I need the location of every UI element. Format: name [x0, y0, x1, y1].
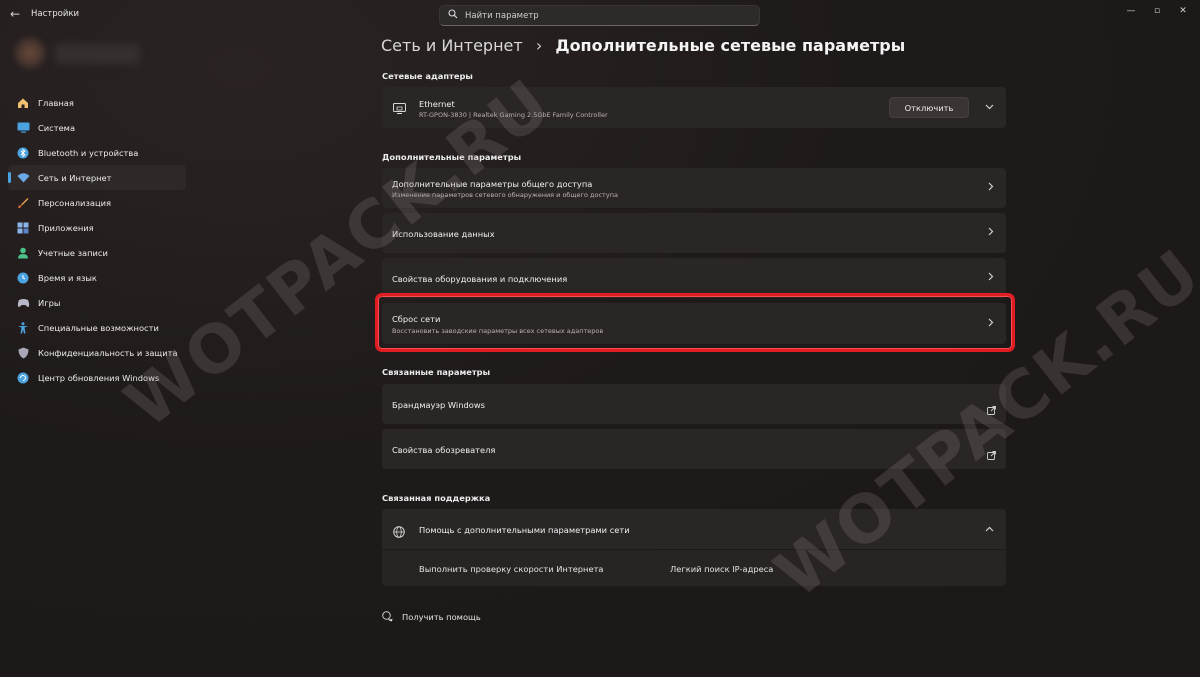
sidebar-item-label: Специальные возможности [38, 322, 159, 333]
sidebar-item-windows-update[interactable]: Центр обновления Windows [8, 365, 186, 390]
sidebar-item-personalization[interactable]: Персонализация [8, 190, 186, 215]
sidebar-item-label: Игры [38, 297, 61, 308]
minimize-icon: — [1126, 6, 1136, 16]
arrow-left-icon: ← [9, 7, 21, 21]
open-external-icon [987, 445, 996, 460]
row-title: Свойства оборудования и подключения [392, 274, 568, 284]
get-help-label: Получить помощь [402, 611, 481, 622]
data-usage-row[interactable]: Использование данных [382, 213, 1006, 253]
section-title-adapters: Сетевые адаптеры [382, 71, 473, 81]
sidebar-item-label: Учетные записи [38, 247, 108, 258]
chevron-down-icon[interactable] [985, 100, 994, 113]
apps-icon [16, 221, 30, 235]
row-title: Использование данных [392, 229, 495, 239]
maximize-icon: ▫ [1153, 6, 1161, 16]
support-links-panel: Выполнить проверку скорости Интернета Ле… [382, 550, 1006, 586]
speed-test-link[interactable]: Выполнить проверку скорости Интернета [419, 564, 604, 574]
adapter-card-ethernet[interactable]: Ethernet RT-GPON-3830 | Realtek Gaming 2… [382, 87, 1006, 128]
search-box[interactable] [439, 5, 760, 26]
sidebar-item-network[interactable]: Сеть и Интернет [8, 165, 186, 190]
gamepad-icon [16, 296, 30, 310]
sidebar-item-label: Система [38, 122, 76, 133]
sidebar-item-accessibility[interactable]: Специальные возможности [8, 315, 186, 340]
ip-lookup-link[interactable]: Легкий поиск IP-адреса [670, 564, 773, 574]
row-title: Дополнительные параметры общего доступа [392, 179, 593, 189]
support-header: Помощь с дополнительными параметрами сет… [419, 525, 630, 535]
chevron-up-icon[interactable] [985, 522, 994, 535]
globe-clock-icon [16, 271, 30, 285]
bluetooth-icon [16, 146, 30, 160]
page-title: Дополнительные сетевые параметры [555, 36, 906, 55]
adapter-details: RT-GPON-3830 | Realtek Gaming 2.5GbE Fam… [419, 111, 608, 119]
windows-firewall-row[interactable]: Брандмауэр Windows [382, 384, 1006, 424]
sidebar-item-label: Персонализация [38, 197, 111, 208]
profile-name-blurred [55, 44, 140, 64]
breadcrumb-parent-link[interactable]: Сеть и Интернет [381, 36, 523, 55]
chevron-right-icon [988, 226, 994, 239]
section-title-related: Связанные параметры [382, 367, 491, 377]
search-icon [448, 9, 458, 22]
settings-window: ← Настройки — ▫ ✕ Главная [0, 0, 1200, 677]
chevron-right-icon [988, 181, 994, 194]
highlight-frame [375, 293, 1015, 352]
update-icon [16, 371, 30, 385]
sidebar-item-home[interactable]: Главная [8, 90, 186, 115]
sidebar-item-label: Главная [38, 97, 74, 108]
shield-icon [16, 346, 30, 360]
sidebar-item-label: Конфиденциальность и защита [38, 347, 178, 358]
chevron-right-icon [988, 271, 994, 284]
adapter-name: Ethernet [419, 99, 455, 109]
sidebar-item-label: Приложения [38, 222, 94, 233]
sidebar-item-system[interactable]: Система [8, 115, 186, 140]
sidebar-item-accounts[interactable]: Учетные записи [8, 240, 186, 265]
row-title: Свойства обозревателя [392, 445, 496, 455]
person-icon [16, 246, 30, 260]
accessibility-icon [16, 321, 30, 335]
monitor-icon [16, 121, 30, 135]
row-title: Брандмауэр Windows [392, 400, 485, 410]
sidebar-item-label: Центр обновления Windows [38, 372, 160, 383]
get-help-link[interactable]: Получить помощь [382, 607, 481, 626]
ethernet-icon [393, 100, 406, 119]
breadcrumb: Сеть и Интернет › Дополнительные сетевые… [381, 36, 905, 55]
help-chat-icon [382, 607, 393, 626]
sidebar-item-bluetooth[interactable]: Bluetooth и устройства [8, 140, 186, 165]
row-subtitle: Изменение параметров сетевого обнаружени… [392, 191, 618, 199]
close-icon: ✕ [1179, 6, 1187, 16]
disconnect-button[interactable]: Отключить [889, 97, 969, 118]
section-title-support: Связанная поддержка [382, 493, 491, 503]
sidebar-item-time-language[interactable]: Время и язык [8, 265, 186, 290]
sidebar-item-gaming[interactable]: Игры [8, 290, 186, 315]
internet-options-row[interactable]: Свойства обозревателя [382, 429, 1006, 469]
globe-icon [393, 523, 405, 542]
sidebar: Главная Система Bluetooth и устройства С… [8, 90, 186, 390]
sidebar-item-label: Bluetooth и устройства [38, 147, 139, 158]
minimize-button[interactable]: — [1118, 3, 1144, 19]
section-title-advanced: Дополнительные параметры [382, 152, 522, 162]
hardware-properties-row[interactable]: Свойства оборудования и подключения [382, 258, 1006, 298]
maximize-button[interactable]: ▫ [1144, 3, 1170, 19]
app-title: Настройки [31, 9, 80, 19]
search-input[interactable] [465, 6, 745, 25]
home-icon [16, 96, 30, 110]
back-button[interactable]: ← [6, 5, 24, 23]
sidebar-item-privacy[interactable]: Конфиденциальность и защита [8, 340, 186, 365]
breadcrumb-separator: › [535, 36, 543, 55]
support-expander[interactable]: Помощь с дополнительными параметрами сет… [382, 509, 1006, 549]
brush-icon [16, 196, 30, 210]
open-external-icon [987, 400, 996, 415]
avatar[interactable] [14, 37, 46, 69]
sidebar-item-apps[interactable]: Приложения [8, 215, 186, 240]
wifi-icon [16, 171, 30, 185]
sidebar-item-label: Сеть и Интернет [38, 172, 112, 183]
sidebar-item-label: Время и язык [38, 272, 97, 283]
title-bar: ← Настройки — ▫ ✕ [0, 0, 1200, 30]
close-button[interactable]: ✕ [1170, 3, 1196, 19]
advanced-sharing-settings-row[interactable]: Дополнительные параметры общего доступа … [382, 168, 1006, 208]
